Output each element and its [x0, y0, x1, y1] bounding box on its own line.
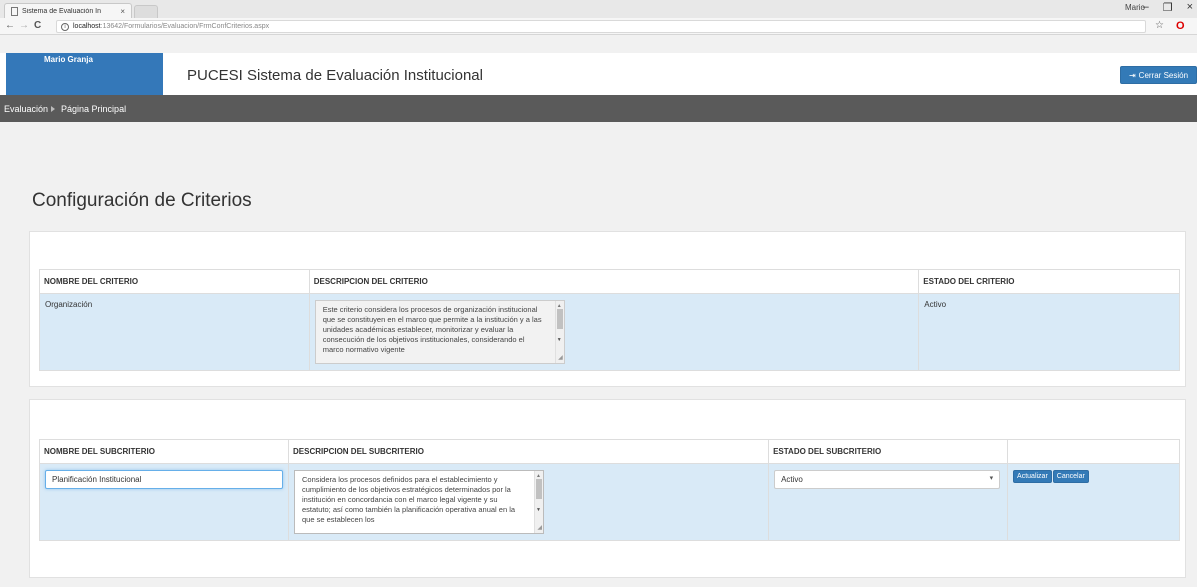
subcriterion-name-cell: Planificación Institucional	[39, 463, 289, 541]
scrollbar-thumb[interactable]	[536, 479, 542, 499]
browser-tab[interactable]: Sistema de Evaluación In ×	[4, 3, 132, 18]
subcriterion-description-textarea[interactable]: Considera los procesos definidos para el…	[294, 470, 544, 534]
logout-label: Cerrar Sesión	[1138, 70, 1189, 80]
table-row: Planificación Institucional Considera lo…	[39, 463, 1180, 541]
close-window-icon[interactable]: ×	[1187, 1, 1193, 14]
criteria-panel: NOMBRE DEL CRITERIO DESCRIPCION DEL CRIT…	[29, 231, 1186, 387]
url-path: :13642/Formularios/Evaluacion/FrmConfCri…	[100, 23, 270, 30]
tab-close-icon[interactable]: ×	[120, 7, 125, 16]
restore-icon[interactable]: ❐	[1163, 1, 1173, 14]
column-header: NOMBRE DEL SUBCRITERIO	[39, 439, 289, 464]
column-header: DESCRIPCION DEL SUBCRITERIO	[287, 439, 770, 464]
url-host: localhost	[73, 23, 101, 30]
user-box: Mario Granja	[6, 53, 163, 95]
info-icon[interactable]: i	[61, 22, 69, 31]
window-controls: – ❐ ×	[1143, 1, 1193, 14]
new-tab-button[interactable]	[134, 5, 158, 18]
chevron-down-icon: ▾	[989, 475, 994, 482]
subcriterion-status-cell: Activo ▾	[768, 463, 1009, 541]
back-icon[interactable]: ←	[5, 20, 15, 31]
sign-out-icon: ⇥	[1128, 70, 1136, 80]
forward-icon[interactable]: →	[19, 20, 29, 31]
scroll-down-icon[interactable]: ▼	[557, 335, 562, 345]
browser-tab-bar: Sistema de Evaluación In × Mario – ❐ ×	[0, 0, 1197, 18]
column-header: ESTADO DEL SUBCRITERIO	[768, 439, 1009, 464]
user-name: Mario Granja	[44, 55, 93, 64]
cancel-button[interactable]: Cancelar	[1052, 470, 1089, 483]
resize-grip-icon[interactable]: ◢	[558, 353, 563, 363]
criterion-name-cell: Organización	[39, 293, 310, 371]
subcriteria-panel: NOMBRE DEL SUBCRITERIO DESCRIPCION DEL S…	[29, 399, 1186, 578]
resize-grip-icon[interactable]: ◢	[537, 523, 542, 533]
page-title: Configuración de Criterios	[32, 190, 252, 211]
scrollbar-thumb[interactable]	[556, 309, 563, 329]
column-header: DESCRIPCION DEL CRITERIO	[308, 269, 920, 294]
column-header	[1007, 439, 1180, 464]
url-input[interactable]: i localhost:13642/Formularios/Evaluacion…	[56, 20, 1146, 33]
caret-right-icon	[51, 105, 56, 112]
table-header-row: NOMBRE DEL SUBCRITERIO DESCRIPCION DEL S…	[39, 439, 1180, 464]
table-header-row: NOMBRE DEL CRITERIO DESCRIPCION DEL CRIT…	[39, 269, 1180, 294]
logout-button[interactable]: ⇥ Cerrar Sesión	[1120, 66, 1197, 84]
subcriterion-name-input[interactable]: Planificación Institucional	[45, 470, 283, 489]
subcriterion-status-select[interactable]: Activo ▾	[774, 470, 1001, 489]
subcriterion-description-text: Considera los procesos definidos para el…	[302, 475, 516, 524]
tab-title: Sistema de Evaluación In	[22, 7, 101, 15]
criteria-table: NOMBRE DEL CRITERIO DESCRIPCION DEL CRIT…	[39, 269, 1180, 371]
menu-bar: Evaluación Página Principal	[0, 95, 1197, 122]
criterion-status-cell: Activo	[918, 293, 1180, 371]
status-select-value: Activo	[781, 475, 803, 484]
address-bar: ← → C i localhost:13642/Formularios/Eval…	[0, 18, 1197, 35]
criterion-description-cell: Este criterio considera los procesos de …	[308, 293, 920, 371]
criterion-description-text: Este criterio considera los procesos de …	[322, 305, 542, 354]
column-header: ESTADO DEL CRITERIO	[918, 269, 1180, 294]
column-header: NOMBRE DEL CRITERIO	[39, 269, 310, 294]
menu-item-evaluacion[interactable]: Evaluación	[4, 104, 48, 114]
menu-item-pagina-principal[interactable]: Página Principal	[61, 104, 126, 114]
minimize-icon[interactable]: –	[1143, 1, 1149, 14]
criterion-description-textarea[interactable]: Este criterio considera los procesos de …	[314, 300, 565, 364]
app-title: PUCESI Sistema de Evaluación Institucion…	[187, 67, 483, 84]
table-row: Organización Este criterio considera los…	[39, 293, 1180, 371]
actions-cell: Actualizar Cancelar	[1007, 463, 1180, 541]
scroll-down-icon[interactable]: ▼	[536, 505, 541, 515]
subcriteria-table: NOMBRE DEL SUBCRITERIO DESCRIPCION DEL S…	[39, 439, 1180, 541]
bookmark-star-icon[interactable]: ☆	[1155, 20, 1164, 31]
opera-icon[interactable]: O	[1176, 20, 1185, 32]
document-icon	[11, 6, 18, 16]
reload-icon[interactable]: C	[34, 20, 41, 31]
subcriterion-description-cell: Considera los procesos definidos para el…	[287, 463, 770, 541]
app-header: Mario Granja PUCESI Sistema de Evaluació…	[0, 53, 1197, 95]
update-button[interactable]: Actualizar	[1013, 470, 1052, 483]
